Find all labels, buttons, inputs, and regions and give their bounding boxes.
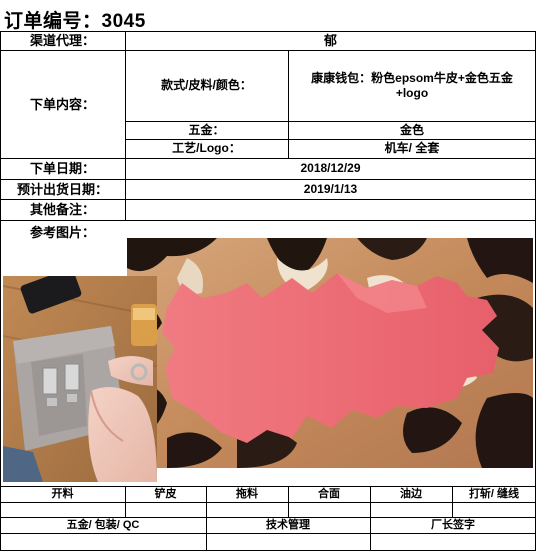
craft-label: 工艺/Logo：: [172, 141, 241, 155]
channel-value: 郁: [323, 33, 337, 48]
style-label: 款式/皮料/颜色：: [161, 78, 252, 92]
style-value: 康康钱包：粉色epsom牛皮+金色五金 +logo: [288, 50, 536, 121]
style-value-line2: +logo: [395, 85, 429, 100]
process-manager-signature: 厂长签字: [431, 518, 475, 531]
process-dragging: 拖料: [236, 487, 258, 500]
hardware-value: 金色: [399, 122, 424, 137]
channel-label: 渠道代理：: [29, 33, 95, 48]
hardware-label: 五金：: [188, 122, 225, 137]
grid-line: [0, 502, 536, 503]
reference-label: 参考图片：: [29, 224, 95, 240]
leather-photo-image: [127, 238, 533, 468]
process-edge-painting: 油边: [400, 487, 422, 500]
process-cutting: 开料: [51, 487, 74, 500]
craft-value: 机车/ 全套: [384, 141, 440, 155]
process-laminating: 合面: [318, 487, 340, 500]
style-value-line1: 康康钱包：粉色epsom牛皮+金色五金: [311, 70, 513, 85]
wallet-photo: [3, 276, 157, 482]
ship-date-label: 预计出货日期：: [16, 181, 108, 197]
grid-line: [0, 220, 536, 221]
process-hardware-qc: 五金/ 包装/ QC: [66, 518, 140, 531]
process-stitching: 打斩/ 缝线: [468, 487, 520, 500]
content-label: 下单内容：: [29, 96, 95, 112]
order-number-title: 订单编号：3045: [4, 11, 146, 32]
order-date-label: 下单日期：: [29, 161, 95, 176]
leather-photo: [127, 238, 533, 468]
wallet-photo-image: [3, 276, 157, 482]
grid-line: [0, 550, 536, 551]
order-date-value: 2018/12/29: [300, 161, 361, 175]
grid-line: [0, 533, 536, 534]
process-tech-management: 技术管理: [266, 518, 310, 531]
remarks-label: 其他备注：: [29, 202, 95, 217]
process-skiving: 铲皮: [154, 487, 177, 500]
ship-date-value: 2019/1/13: [303, 181, 358, 196]
remarks-value: [125, 199, 536, 220]
